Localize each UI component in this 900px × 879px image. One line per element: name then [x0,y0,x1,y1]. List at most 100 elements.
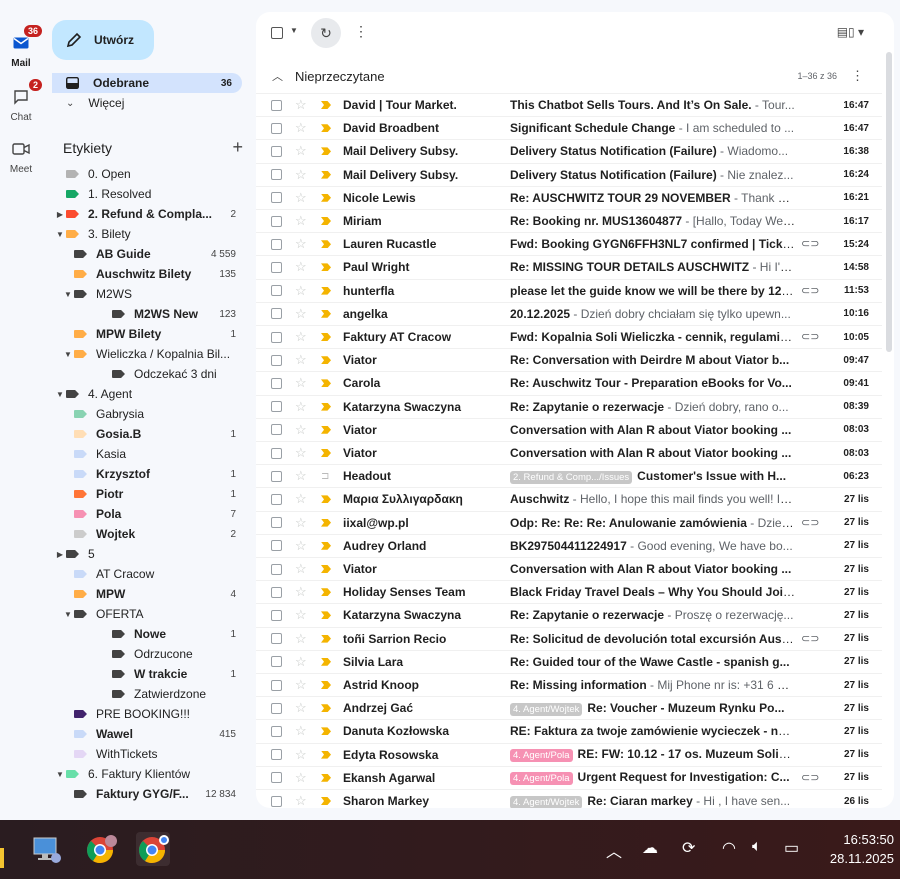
star-icon[interactable]: ☆ [295,700,307,716]
attachment-icon[interactable]: ⊂⊃ [801,771,819,784]
important-marker-icon[interactable] [321,217,331,225]
row-checkbox[interactable] [271,725,282,737]
important-marker-icon[interactable] [321,588,331,597]
sidebar-label-item[interactable]: MPW 4 [42,584,250,604]
email-row[interactable]: ☆ Holiday Senses Team Black Friday Travel … [256,580,882,603]
sidebar-label-item[interactable]: PRE BOOKING!!! [42,704,250,724]
email-row[interactable]: ☆ ⊐ Headout 2. Refund & Comp.../Issues Custo… [256,464,882,487]
attachment-icon[interactable]: ⊂⊃ [801,237,819,250]
row-checkbox[interactable] [271,633,282,645]
sidebar-label-item[interactable]: AB Guide 4 559 [42,244,250,264]
row-checkbox[interactable] [271,795,282,807]
row-checkbox[interactable] [271,586,282,598]
important-marker-icon[interactable] [321,565,331,573]
email-row[interactable]: ☆ Nicole Lewis Re: AUSCHWITZ TOUR 29 NOVEM… [256,185,882,209]
row-checkbox[interactable] [271,192,282,204]
important-marker-icon[interactable] [321,240,331,249]
email-row[interactable]: ☆ Paul Wright Re: MISSING TOUR DETAILS AUS… [256,255,882,278]
attachment-icon[interactable]: ⊂⊃ [801,330,819,343]
expand-arrow-icon[interactable]: ▼ [62,610,74,619]
sidebar-label-item[interactable]: Pola 7 [42,504,250,524]
expand-arrow-icon[interactable]: ▼ [54,390,66,399]
sidebar-label-item[interactable]: Faktury GYG/F... 12 834 [42,784,250,804]
sidebar-label-item[interactable]: Zatwierdzone [42,684,250,704]
important-marker-icon[interactable] [321,263,331,272]
row-checkbox[interactable] [271,656,282,668]
star-icon[interactable]: ☆ [295,515,307,531]
star-icon[interactable]: ☆ [295,329,307,345]
sidebar-label-item[interactable]: Piotr 1 [42,484,250,504]
expand-arrow-icon[interactable]: ▼ [62,290,74,299]
row-checkbox[interactable] [271,169,282,181]
star-icon[interactable]: ☆ [295,677,307,693]
important-marker-icon[interactable] [321,518,331,527]
attachment-icon[interactable]: ⊂⊃ [801,632,819,645]
email-row[interactable]: ☆ Viator Conversation with Alan R about Vi… [256,417,882,441]
row-checkbox[interactable] [271,447,282,459]
important-marker-icon[interactable] [321,449,331,457]
star-icon[interactable]: ☆ [295,538,307,554]
row-checkbox[interactable] [271,354,282,366]
row-checkbox[interactable] [271,261,282,273]
row-checkbox[interactable] [271,749,282,761]
email-row[interactable]: ☆ Mail Delivery Subsy. Delivery Status Not… [256,139,882,162]
sidebar-label-item[interactable]: ▶ 5 [42,544,250,564]
chrome-profile-icon[interactable] [84,832,118,866]
chevron-up-tray-icon[interactable]: ︿ [606,838,622,862]
star-icon[interactable]: ☆ [295,445,307,461]
speaker-icon[interactable]: 🔈︎ [752,838,762,856]
row-checkbox[interactable] [271,308,282,320]
row-checkbox[interactable] [271,145,282,157]
sidebar-label-item[interactable]: Wawel 415 [42,724,250,744]
add-label-icon[interactable]: + [232,137,243,158]
important-marker-outline-icon[interactable]: ⊐ [321,471,329,482]
row-checkbox[interactable] [271,540,282,552]
sidebar-label-item[interactable]: W trakcie 1 [42,664,250,684]
rail-mail[interactable]: 36 Mail [0,24,43,69]
label-chip[interactable]: 4. Agent/Pola [510,772,573,786]
important-marker-icon[interactable] [321,495,331,504]
row-checkbox[interactable] [271,99,282,111]
important-marker-icon[interactable] [321,750,331,759]
important-marker-icon[interactable] [321,541,331,550]
chrome-active-icon[interactable] [136,832,170,866]
sidebar-label-item[interactable]: ▼ 6. Faktury Klientów [42,764,250,784]
sidebar-label-item[interactable]: ▼ 4. Agent [42,384,250,404]
star-icon[interactable]: ☆ [295,352,307,368]
sidebar-item-more[interactable]: ⌄ Więcej [52,93,242,113]
chevron-up-icon[interactable]: ︿ [272,68,283,84]
important-marker-icon[interactable] [321,727,331,736]
row-checkbox[interactable] [271,470,282,482]
star-icon[interactable]: ☆ [295,491,307,507]
star-icon[interactable]: ☆ [295,399,307,415]
row-checkbox[interactable] [271,401,282,413]
important-marker-icon[interactable] [321,124,331,133]
important-marker-icon[interactable] [321,773,331,782]
email-row[interactable]: ☆ Lauren Rucastle Fwd: Booking GYGN6FFH3NL… [256,232,882,255]
sidebar-label-item[interactable]: Nowe 1 [42,624,250,644]
email-row[interactable]: ☆ Viator Conversation with Alan R about Vi… [256,441,882,464]
star-icon[interactable]: ☆ [295,770,307,786]
email-row[interactable]: ☆ Silvia Lara Re: Guided tour of the Wawe … [256,649,882,673]
important-marker-icon[interactable] [321,611,331,620]
email-row[interactable]: ☆ David | Tour Market. This Chatbot Sells … [256,93,882,116]
email-row[interactable]: ☆ Mail Delivery Subsy. Delivery Status Not… [256,162,882,186]
row-checkbox[interactable] [271,609,282,621]
important-marker-icon[interactable] [321,101,331,109]
important-marker-icon[interactable] [321,193,331,202]
sidebar-label-item[interactable]: MPW Bilety 1 [42,324,250,344]
remote-desktop-icon[interactable] [30,832,64,866]
sidebar-label-item[interactable]: Auschwitz Bilety 135 [42,264,250,284]
email-row[interactable]: ☆ angelka 20.12.2025 - Dzień dobry chciała… [256,301,882,325]
email-row[interactable]: ☆ hunterfla please let the guide know we w… [256,278,882,302]
important-marker-icon[interactable] [321,147,331,156]
email-row[interactable]: ☆ Katarzyna Swaczyna Re: Zapytanie o rezer… [256,394,882,418]
row-checkbox[interactable] [271,331,282,343]
important-marker-icon[interactable] [321,170,331,179]
star-icon[interactable]: ☆ [295,190,307,206]
file-explorer-icon[interactable] [0,848,4,868]
star-icon[interactable]: ☆ [295,747,307,763]
star-icon[interactable]: ☆ [295,259,307,275]
sidebar-label-item[interactable]: Odrzucone [42,644,250,664]
row-checkbox[interactable] [271,772,282,784]
